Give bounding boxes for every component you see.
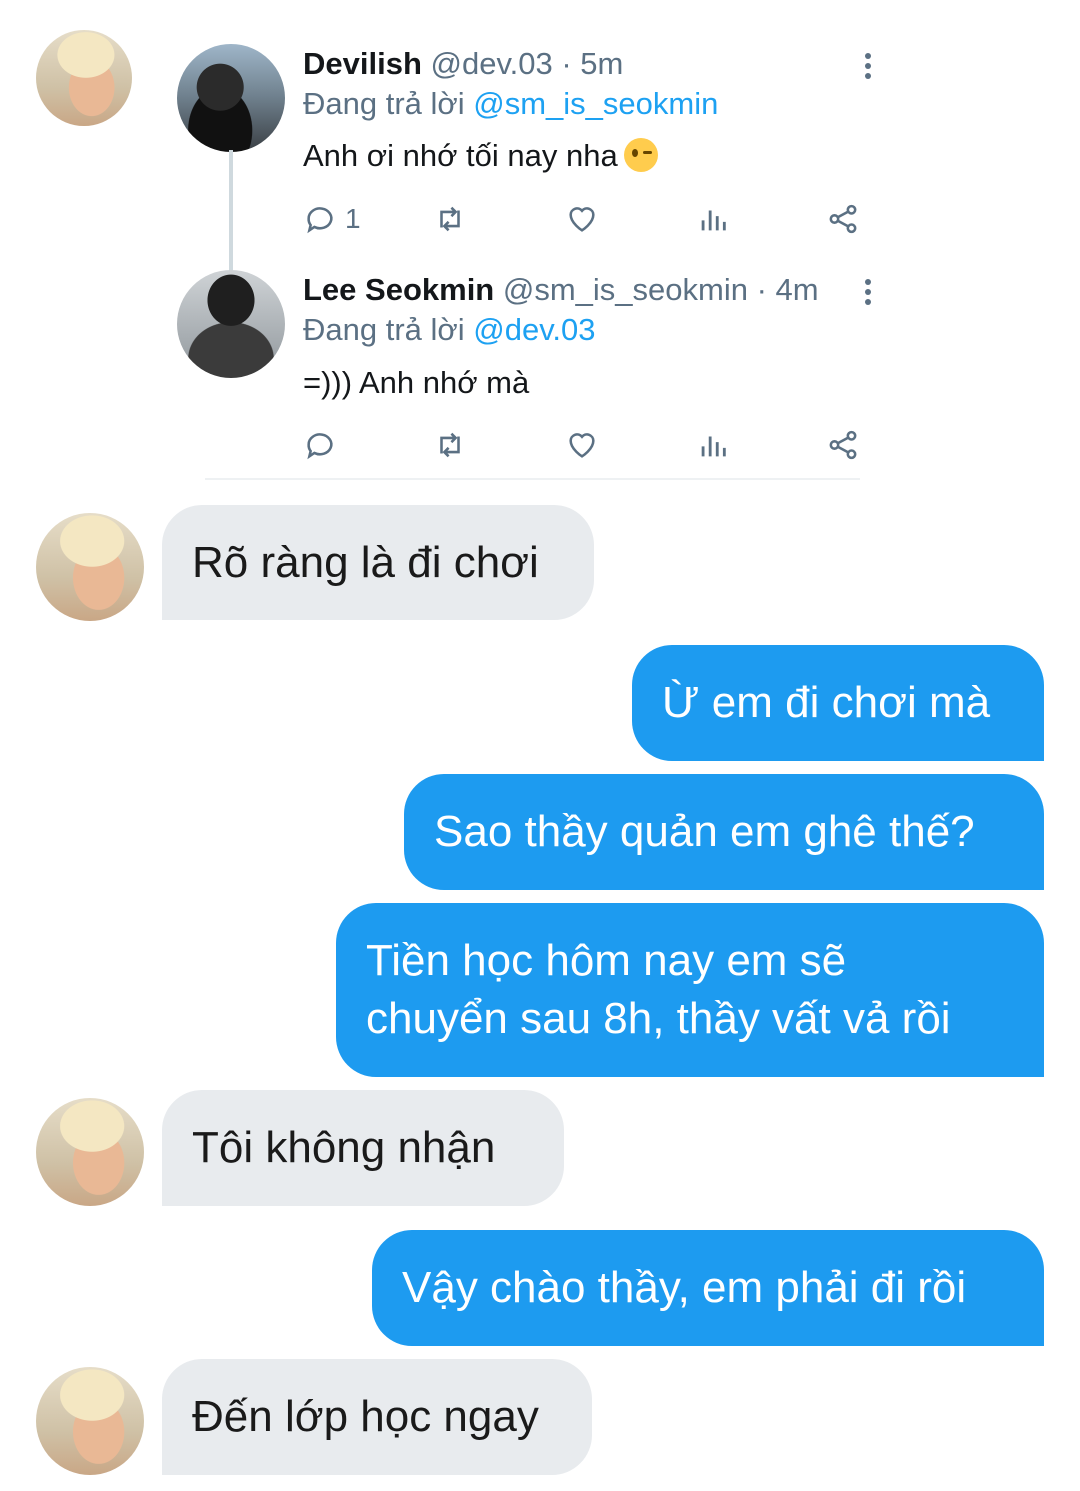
replying-to: Đang trả lời @sm_is_seokmin [303,86,718,122]
contact-avatar[interactable] [36,30,132,126]
replying-prefix: Đang trả lời [303,312,465,347]
more-options-icon[interactable] [865,279,871,285]
like-button[interactable] [565,425,599,465]
tweet-actions: 1 [303,199,863,239]
tweet-author-name[interactable]: Lee Seokmin [303,272,494,307]
retweet-button[interactable] [433,199,467,239]
heart-icon [569,433,595,458]
retweet-icon [440,432,460,458]
tweet-author-handle: @dev.03 · 5m [430,46,624,81]
tweet-author-avatar[interactable] [177,44,285,152]
contact-avatar[interactable] [36,1098,144,1206]
replying-to: Đang trả lời @dev.03 [303,312,596,348]
heart-icon [569,207,595,232]
tweet-divider [205,478,860,480]
analytics-icon [701,436,726,457]
contact-avatar[interactable] [36,513,144,621]
tweet-author-avatar[interactable] [177,270,285,378]
retweet-icon [440,206,460,232]
tweet-header: Devilish @dev.03 · 5m [303,46,623,82]
analytics-icon [701,210,726,231]
more-options-icon[interactable] [865,53,871,59]
reply-button[interactable]: 1 [303,199,361,239]
outgoing-message[interactable]: Sao thầy quản em ghê thế? [404,774,1044,890]
like-button[interactable] [565,199,599,239]
share-button[interactable] [826,425,860,465]
tweet-author-handle: @sm_is_seokmin · 4m [502,272,819,307]
outgoing-message[interactable]: Tiền học hôm nay em sẽ chuyển sau 8h, th… [336,903,1044,1077]
replying-prefix: Đang trả lời [303,86,465,121]
message-line: chuyển sau 8h, thầy vất vả rồi [366,994,951,1043]
outgoing-message[interactable]: Vậy chào thầy, em phải đi rồi [372,1230,1044,1346]
thread-connector [229,150,233,275]
incoming-message[interactable]: Tôi không nhận [162,1090,564,1206]
outgoing-message[interactable]: Ừ em đi chơi mà [632,645,1044,761]
mention-link[interactable]: @dev.03 [473,312,595,347]
contact-avatar[interactable] [36,1367,144,1475]
share-icon [829,204,857,234]
reply-icon [307,207,333,234]
message-line: Tiền học hôm nay em sẽ [366,936,847,985]
share-icon [829,430,857,460]
share-button[interactable] [826,199,860,239]
incoming-message[interactable]: Đến lớp học ngay [162,1359,592,1475]
tweet-text: =))) Anh nhớ mà [303,365,530,400]
mention-link[interactable]: @sm_is_seokmin [473,86,718,121]
tweet-text: Anh ơi nhớ tối nay nha [303,138,658,174]
retweet-button[interactable] [433,425,467,465]
tweet-text-content: Anh ơi nhớ tối nay nha [303,138,618,173]
reply-icon [307,433,333,460]
winking-face-emoji-icon [623,138,658,172]
analytics-button[interactable] [696,425,730,465]
tweet-actions [303,425,863,465]
tweet-header: Lee Seokmin @sm_is_seokmin · 4m [303,272,819,308]
analytics-button[interactable] [696,199,730,239]
incoming-message[interactable]: Rõ ràng là đi chơi [162,505,594,620]
reply-button[interactable] [303,425,337,465]
reply-count: 1 [345,203,361,234]
tweet-author-name[interactable]: Devilish [303,46,422,81]
